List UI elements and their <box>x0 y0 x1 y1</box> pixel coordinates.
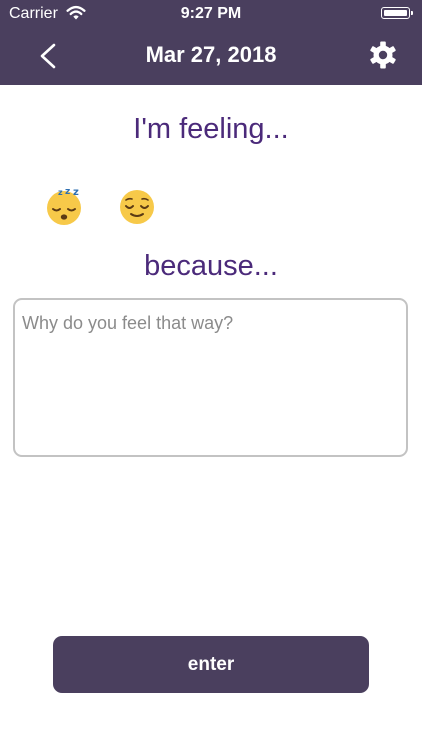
status-time: 9:27 PM <box>180 5 242 22</box>
gear-icon <box>370 41 396 69</box>
battery-icon <box>381 7 413 19</box>
relieved-face-emoji[interactable] <box>117 186 157 226</box>
status-bar: Carrier 9:27 PM <box>0 0 422 28</box>
svg-text:z: z <box>58 188 63 197</box>
sleeping-face-emoji[interactable]: z z z <box>44 186 84 226</box>
reason-input[interactable] <box>13 298 408 457</box>
svg-text:z: z <box>73 187 79 198</box>
navigation-bar: Mar 27, 2018 <box>0 28 422 85</box>
because-heading: because... <box>144 250 278 282</box>
svg-text:z: z <box>65 187 70 197</box>
settings-button[interactable] <box>366 38 400 72</box>
feeling-heading: I'm feeling... <box>133 113 289 145</box>
enter-button[interactable]: enter <box>53 636 369 693</box>
top-bar: Carrier 9:27 PM Mar 27, 2018 <box>0 0 422 85</box>
date-title: Mar 27, 2018 <box>145 42 277 67</box>
